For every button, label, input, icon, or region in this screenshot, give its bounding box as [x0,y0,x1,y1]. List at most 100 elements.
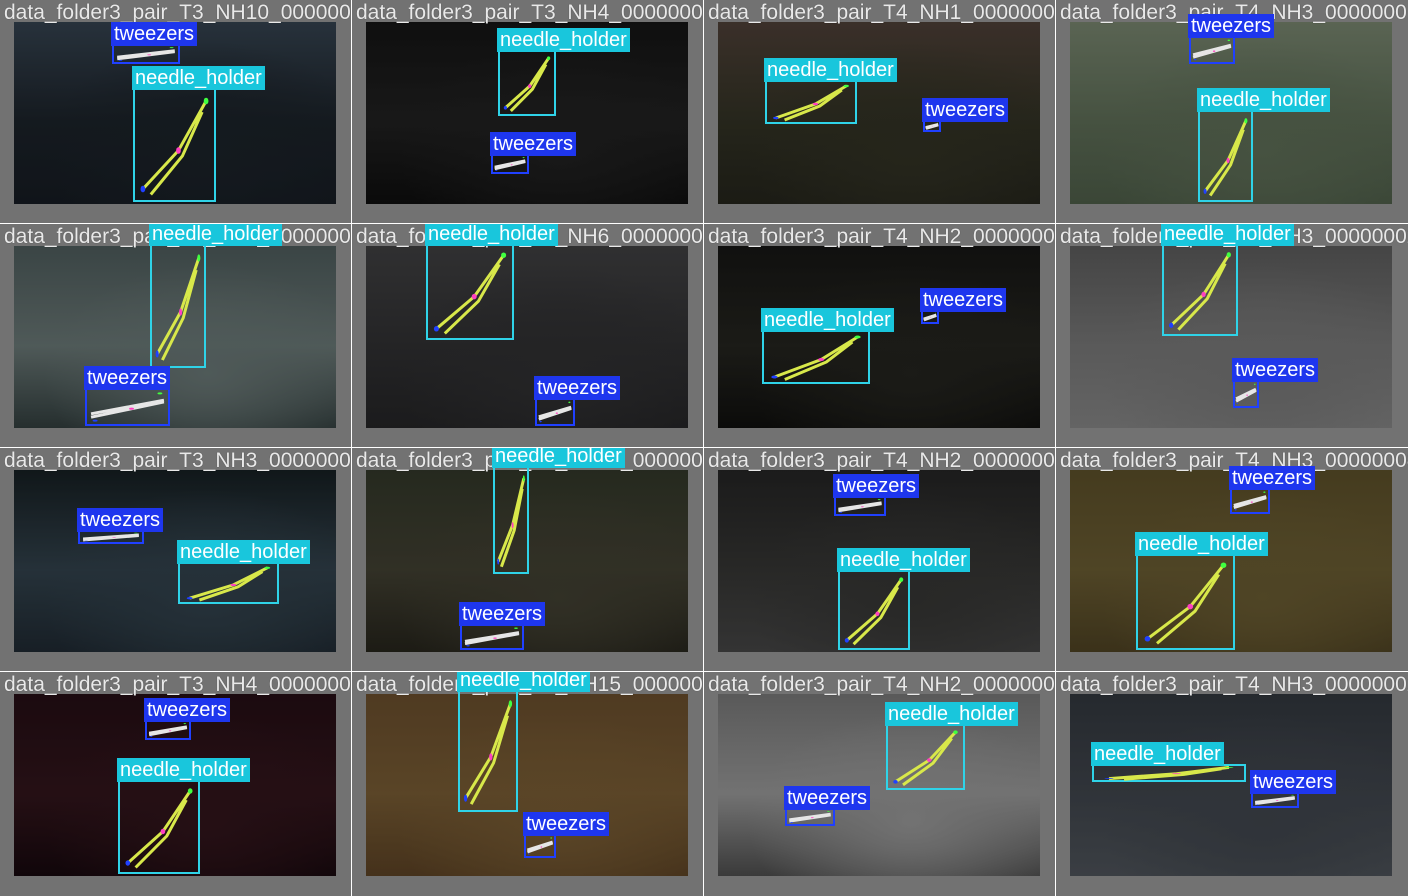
needle-holder-bbox: needle_holder [885,702,1018,790]
tweezers-keypoints [1191,39,1233,61]
mosaic-cell: data_folder3_pair_T3_NH6_00000002.pngnee… [351,223,705,449]
needle-holder-bbox: needle_holder [132,66,265,202]
needle-holder-bbox: needle_holder [1197,88,1330,202]
needle-holder-keypoints [155,254,201,366]
sample-image [366,246,688,428]
needle-holder-label: needle_holder [492,448,625,468]
tweezers-keypoints [526,837,554,855]
tweezers-keypoints [923,312,937,322]
tweezers-bbox: tweezers [920,288,1007,324]
needle-holder-label: needle_holder [425,224,558,246]
image-filename: data_folder3_pair_T4_NH2_00000002.png [708,225,1056,248]
tweezers-label: tweezers [534,376,621,400]
needle-holder-label: needle_holder [761,308,894,332]
image-filename: data_folder3_pair_T4_NH2_00000009.png [708,673,1056,696]
needle-holder-label: needle_holder [1197,88,1330,112]
needle-holder-keypoints [433,252,507,338]
tweezers-keypoints [537,401,573,423]
mosaic-cell: data_folder3_pair_T4_NH3_00000008.pngtwe… [1055,447,1408,673]
tweezers-label: tweezers [84,366,171,390]
needle-holder-label: needle_holder [1135,532,1268,556]
needle-holder-keypoints [1104,766,1234,780]
tweezers-keypoints [493,157,527,171]
needle-holder-label: needle_holder [885,702,1018,726]
needle-holder-keypoints [463,700,513,810]
image-filename: data_folder3_pair_T4_NH2_00000008.png [708,449,1056,472]
needle-holder-label: needle_holder [1161,224,1294,246]
tweezers-bbox: tweezers [84,366,171,426]
mosaic-cell: data_folder3_pair_T4_NH3_00000002.pngnee… [1055,671,1408,896]
mosaic-cell: data_folder3_pair_T4_NH3_00000002.pngnee… [1055,223,1408,449]
tweezers-label: tweezers [490,132,577,156]
mosaic-cell: data_folder3_pair_T4_NH2_00000008.pngtwe… [703,447,1057,673]
needle-holder-keypoints [773,84,849,122]
image-filename: data_folder3_pair_T3_NH10_00000007.png [4,1,352,24]
tweezers-bbox: tweezers [1250,770,1337,808]
needle-holder-label: needle_holder [837,548,970,572]
needle-holder-bbox: needle_holder [761,308,894,384]
tweezers-bbox: tweezers [833,474,920,516]
tweezers-bbox: tweezers [784,786,871,826]
needle-holder-keypoints [140,97,209,200]
tweezers-label: tweezers [1232,358,1319,382]
needle-holder-keypoints [1144,562,1227,648]
tweezers-keypoints [462,627,522,647]
needle-holder-bbox: needle_holder [492,448,625,574]
tweezers-bbox: tweezers [922,98,1009,132]
needle-holder-bbox: needle_holder [1161,224,1294,336]
needle-holder-label: needle_holder [117,758,250,782]
tweezers-keypoints [787,810,833,824]
tweezers-keypoints [147,723,189,737]
tweezers-bbox: tweezers [534,376,621,426]
tweezers-label: tweezers [1188,14,1275,38]
mosaic-cell: data_folder3_pair_T3_NH15_00000003.pngne… [351,671,705,896]
needle-holder-label: needle_holder [132,66,265,90]
needle-holder-bbox: needle_holder [457,672,590,812]
sample-image [1070,694,1392,876]
tweezers-label: tweezers [1229,466,1316,490]
mosaic-cell: data_folder3_pair_T3_NH2_00000001.pngnee… [0,223,353,449]
tweezers-keypoints [1253,794,1297,806]
needle-holder-bbox: needle_holder [117,758,250,874]
tweezers-bbox: tweezers [144,698,231,740]
needle-holder-bbox: needle_holder [177,540,310,604]
needle-holder-label: needle_holder [149,224,282,246]
needle-holder-keypoints [844,577,904,648]
needle-holder-keypoints [893,730,958,788]
tweezers-bbox: tweezers [490,132,577,174]
needle-holder-bbox: needle_holder [1135,532,1268,650]
tweezers-keypoints [87,392,168,422]
tweezers-bbox: tweezers [459,602,546,650]
needle-holder-keypoints [186,566,271,602]
image-filename: data_folder3_pair_T3_NH4_00000002.png [4,673,352,696]
mosaic-cell: data_folder3_pair_T4_NH3_00000001.pngtwe… [1055,0,1408,225]
needle-holder-label: needle_holder [177,540,310,564]
needle-holder-keypoints [771,335,861,382]
tweezers-label: tweezers [1250,770,1337,794]
tweezers-label: tweezers [144,698,231,722]
mosaic-cell: data_folder3_pair_T3_NH3_00000005.pngtwe… [0,447,353,673]
needle-holder-bbox: needle_holder [1091,742,1246,782]
tweezers-label: tweezers [922,98,1009,122]
mosaic-cell: data_folder3_pair_T3_NH4_00000006.pngnee… [351,0,705,225]
tweezers-bbox: tweezers [1188,14,1275,64]
needle-holder-label: needle_holder [1091,742,1224,766]
image-filename: data_folder3_pair_T4_NH3_00000002.png [1060,673,1408,696]
needle-holder-keypoints [1169,252,1231,334]
mosaic-cell: data_folder3_pair_T3_NH4_00000002.pngtwe… [0,671,353,896]
tweezers-bbox: tweezers [1232,358,1319,408]
mosaic-cell: data_folder3_pair_T4_NH2_00000009.pngnee… [703,671,1057,896]
tweezers-bbox: tweezers [523,812,610,858]
needle-holder-keypoints [497,475,525,572]
tweezers-keypoints [836,499,884,513]
tweezers-label: tweezers [920,288,1007,312]
needle-holder-bbox: needle_holder [837,548,970,650]
tweezers-bbox: tweezers [111,22,198,64]
tweezers-bbox: tweezers [1229,466,1316,514]
tweezers-keypoints [1235,383,1257,405]
mosaic-cell: data_folder3_pair_T3_NH15_00000006.pngne… [351,447,705,673]
tweezers-keypoints [80,532,142,542]
image-filename: data_folder3_pair_T3_NH3_00000005.png [4,449,352,472]
tweezers-label: tweezers [833,474,920,498]
tweezers-bbox: tweezers [77,508,164,544]
